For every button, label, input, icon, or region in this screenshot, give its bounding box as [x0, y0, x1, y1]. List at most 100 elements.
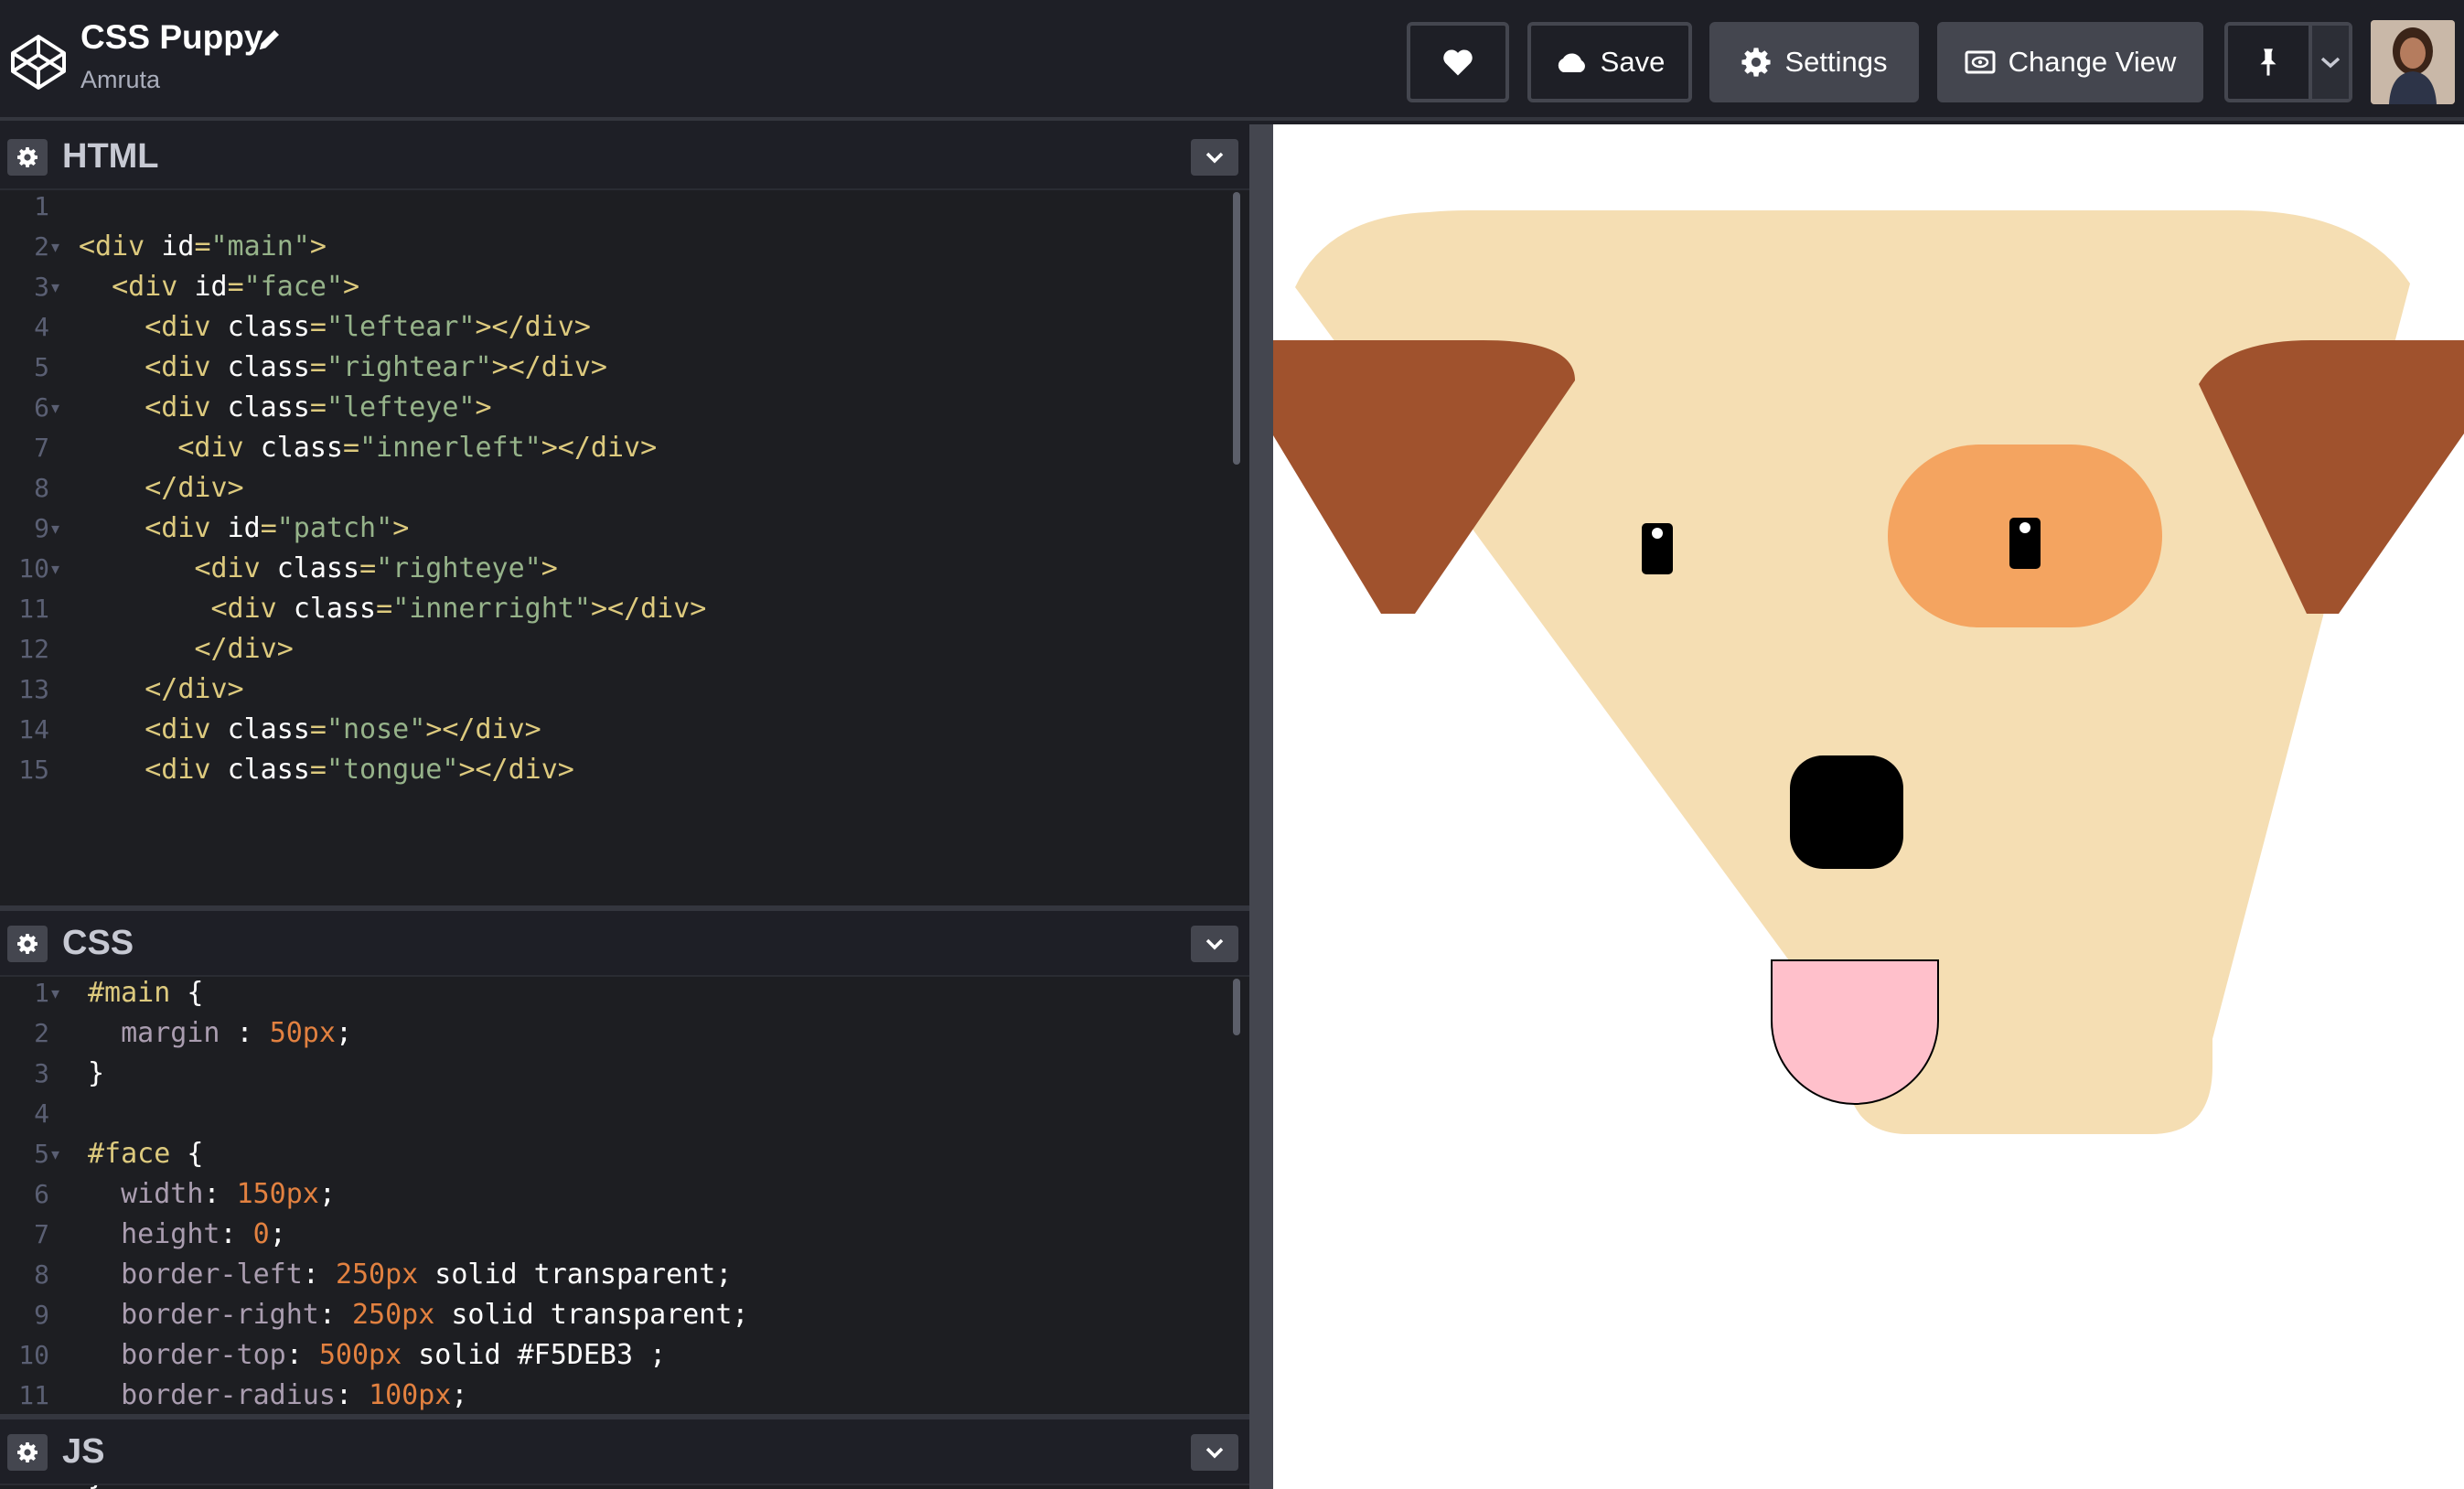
pen-author[interactable]: Amruta — [80, 66, 160, 94]
gear-icon — [1741, 48, 1772, 77]
save-button[interactable]: Save — [1527, 22, 1692, 102]
html-code-line: <div class="innerright"></div> — [79, 589, 707, 629]
css-code-token: 250px — [352, 1299, 435, 1331]
css-fold-toggle-icon[interactable]: ▾ — [51, 1134, 59, 1174]
html-code-token: id — [194, 271, 228, 303]
html-line-number: 11 — [18, 594, 49, 624]
css-scrollbar[interactable] — [1233, 979, 1240, 1035]
css-code-token — [88, 1299, 121, 1331]
html-fold-toggle-icon[interactable]: ▾ — [51, 509, 59, 549]
css-code-token — [88, 1218, 121, 1250]
puppy-nose — [1790, 755, 1903, 869]
editor-pane: HTML 1 2 ▾ <div id="main"> 3 ▾ <div id="face"… — [0, 124, 1249, 1489]
css-code-token: width — [121, 1178, 204, 1210]
pen-title[interactable]: CSS Puppy — [80, 18, 262, 57]
settings-button[interactable]: Settings — [1709, 22, 1919, 102]
css-code-token: { — [170, 977, 204, 1009]
css-editor-header: CSS — [0, 911, 1249, 977]
css-code-token: { — [170, 1138, 204, 1170]
html-collapse-button[interactable] — [1191, 139, 1238, 176]
css-code-token: } — [88, 1057, 105, 1089]
puppy-right-eye-shine — [2019, 522, 2030, 533]
css-code-token: : — [285, 1339, 319, 1371]
html-code-token: "leftear" — [326, 311, 476, 343]
preview-pane — [1273, 124, 2464, 1489]
css-settings-button[interactable] — [7, 926, 48, 962]
html-code-token: = — [309, 754, 327, 786]
html-code-token — [79, 512, 145, 544]
header-bar: CSS Puppy Amruta Save Settings Change Vi… — [0, 0, 2464, 121]
html-code-token: "rightear" — [326, 351, 492, 383]
html-code-token: "nose" — [326, 713, 426, 745]
css-collapse-button[interactable] — [1191, 926, 1238, 962]
js-collapse-button[interactable] — [1191, 1434, 1238, 1471]
css-line-number: 9 — [34, 1300, 49, 1330]
user-avatar[interactable] — [2371, 20, 2455, 104]
css-code-line: border-right: 250px solid transparent; — [88, 1295, 748, 1335]
html-code-token: > — [343, 271, 360, 303]
html-code-token — [79, 351, 145, 383]
js-settings-button[interactable] — [7, 1434, 48, 1471]
html-code-token: "innerleft" — [359, 432, 541, 464]
pin-dropdown-button[interactable] — [2312, 26, 2349, 99]
html-fold-toggle-icon[interactable]: ▾ — [51, 549, 59, 589]
html-fold-toggle-icon[interactable]: ▾ — [51, 267, 59, 307]
chevron-down-icon — [1205, 938, 1224, 950]
chevron-down-icon — [1205, 1447, 1224, 1459]
css-code-line: height: 0; — [88, 1215, 286, 1255]
css-code-area[interactable]: 1 ▾ #main {2 margin : 50px; 3} 4 5 ▾ #face {6 w… — [0, 977, 1249, 1489]
html-line-number: 14 — [18, 714, 49, 744]
html-line-number: 10 — [18, 553, 49, 584]
html-code-token — [79, 472, 145, 504]
html-code-token: "main" — [210, 230, 310, 262]
html-code-token: ></div> — [590, 593, 707, 625]
gear-icon — [17, 1442, 37, 1462]
html-code-token: = — [343, 432, 360, 464]
css-code-token: ; — [269, 1218, 286, 1250]
css-code-token: border-top — [121, 1339, 286, 1371]
pin-button[interactable] — [2228, 26, 2312, 99]
css-code-token: solid transparent; — [434, 1299, 749, 1331]
codepen-logo-icon[interactable] — [9, 33, 68, 91]
css-code-token: #main — [88, 977, 171, 1009]
css-fold-toggle-icon[interactable]: ▾ — [51, 977, 59, 1013]
html-code-token: "patch" — [276, 512, 393, 544]
html-code-area[interactable]: 1 2 ▾ <div id="main"> 3 ▾ <div id="face"> 4 <d… — [0, 190, 1249, 905]
html-code-token: <div — [145, 311, 228, 343]
css-code-token — [88, 1259, 121, 1291]
html-code-line: </div> — [79, 468, 244, 509]
change-view-button[interactable]: Change View — [1937, 22, 2203, 102]
html-line-number: 4 — [34, 312, 49, 342]
html-code-token — [79, 391, 145, 423]
gear-icon — [17, 147, 37, 167]
html-scrollbar[interactable] — [1233, 192, 1240, 465]
html-code-token: <div — [145, 391, 228, 423]
html-settings-button[interactable] — [7, 139, 48, 176]
html-code-token: = — [260, 512, 277, 544]
css-code-token — [88, 1178, 121, 1210]
html-code-token: class — [227, 754, 310, 786]
html-fold-toggle-icon[interactable]: ▾ — [51, 227, 59, 267]
html-line-number: 6 — [34, 392, 49, 423]
html-code-token: </div> — [145, 472, 244, 504]
html-code-token: class — [227, 351, 310, 383]
html-code-token — [79, 432, 177, 464]
html-fold-toggle-icon[interactable]: ▾ — [51, 388, 59, 428]
preview-resize-handle[interactable] — [1249, 124, 1273, 1489]
css-code-token: : — [203, 1178, 237, 1210]
html-code-token: class — [276, 552, 360, 584]
html-code-token: </div> — [194, 633, 294, 665]
html-code-line: <div class="tongue"></div> — [79, 750, 574, 790]
html-code-token: <div — [79, 230, 162, 262]
pencil-icon[interactable] — [256, 26, 284, 53]
html-code-token: "face" — [243, 271, 343, 303]
css-code-token: : — [335, 1379, 370, 1411]
gear-icon — [17, 934, 37, 954]
css-line-number: 10 — [18, 1340, 49, 1370]
html-code-token: ></div> — [425, 713, 541, 745]
settings-label: Settings — [1784, 46, 1888, 78]
love-button[interactable] — [1407, 22, 1509, 102]
css-code-token: margin — [121, 1017, 220, 1049]
html-code-line: <div class="rightear"></div> — [79, 348, 607, 388]
html-code-token: ></div> — [475, 311, 591, 343]
